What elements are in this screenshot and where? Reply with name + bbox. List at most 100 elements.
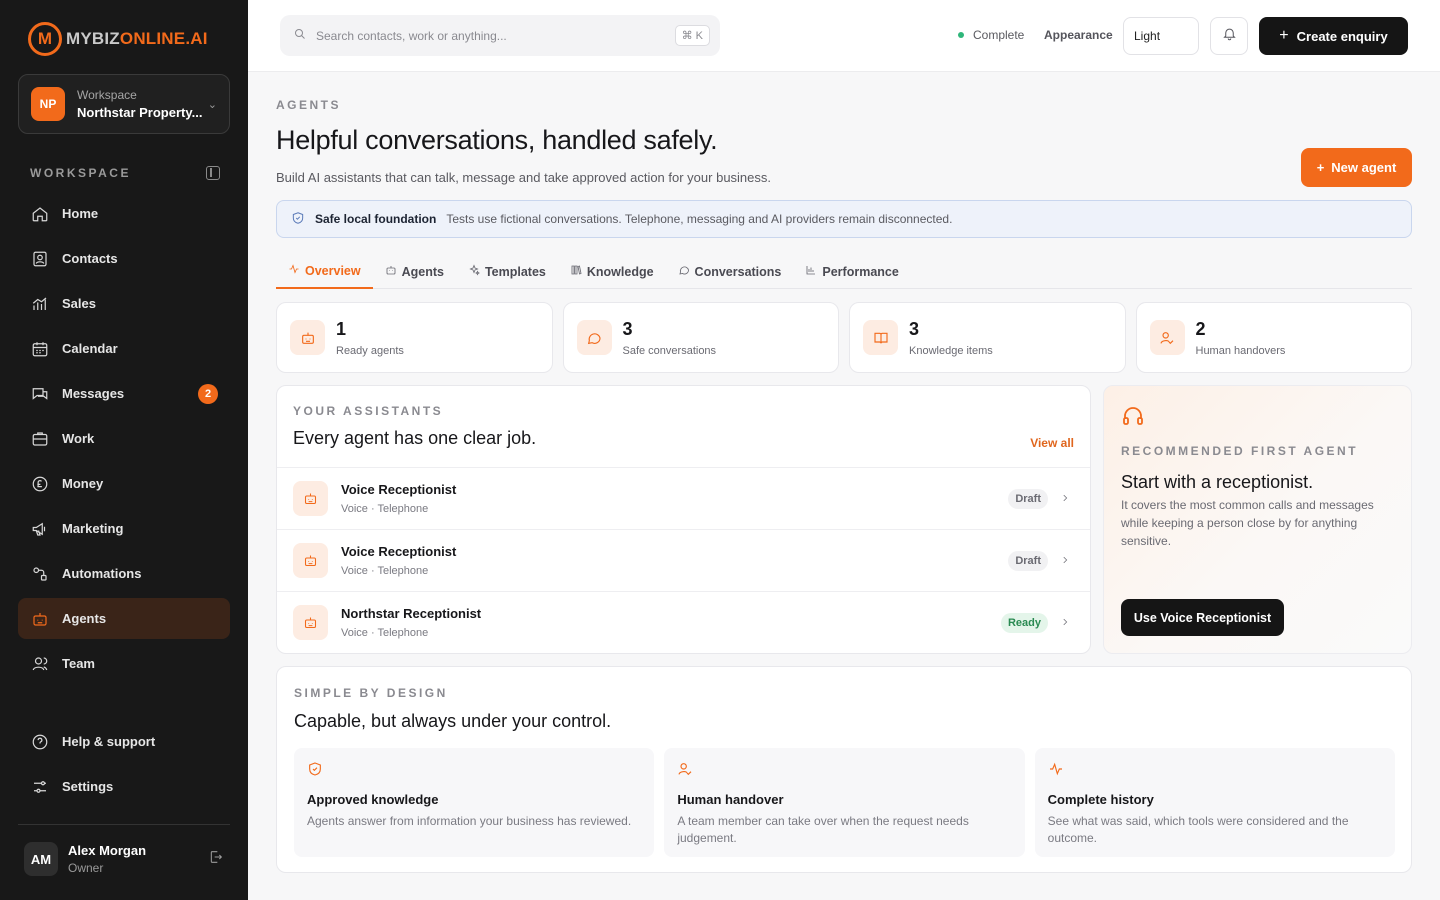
calendar-icon [30,339,50,359]
tab-performance[interactable]: Performance [793,254,910,289]
sidebar-item-label: Calendar [62,341,118,356]
feature-text: Agents answer from information your busi… [307,814,632,828]
status-badge: Draft [1008,488,1048,509]
sidebar: M MYBIZONLINE.AI NP Workspace Northstar … [0,0,248,900]
robot-icon [290,320,325,355]
stat-card-safe-conversations: 3 Safe conversations [562,302,839,373]
money-icon [30,474,50,494]
workspace-name: Northstar Property... [77,105,203,120]
sidebar-item-label: Settings [62,779,114,794]
notice-text: Tests use fictional conversations. Telep… [446,212,953,226]
sidebar-item-agents[interactable]: Agents [18,598,230,639]
stats-row: 1 Ready agents 3 Safe conversations 3 Kn… [276,302,1412,373]
chevron-right-icon [1060,552,1074,570]
logo-icon: M [28,22,62,56]
feature-title: Approved knowledge [307,792,439,807]
search-box[interactable]: ⌘ K [280,15,720,56]
feature-approved-knowledge: Approved knowledge Agents answer from in… [294,748,655,857]
sidebar-item-label: Automations [62,566,142,581]
stat-label: Safe conversations [622,344,717,357]
shield-check-icon [291,211,305,228]
sidebar-item-help[interactable]: Help & support [18,721,230,762]
stat-label: Human handovers [1195,344,1286,357]
stat-value: 3 [909,318,920,339]
sidebar-item-label: Sales [62,296,96,311]
recommended-agent-card: RECOMMENDED FIRST AGENT Start with a rec… [1103,385,1412,654]
list-item[interactable]: Voice Receptionist Voice · Telephone Dra… [277,529,1090,591]
create-enquiry-label: Create enquiry [1296,28,1388,44]
status-text: Complete [973,28,1025,42]
tab-overview[interactable]: Overview [276,254,373,289]
user-check-icon [677,763,693,781]
recommend-text: It covers the most common calls and mess… [1121,498,1374,548]
team-icon [30,654,50,674]
tab-agents[interactable]: Agents [373,254,456,289]
search-input[interactable] [316,28,675,43]
list-item[interactable]: Northstar Receptionist Voice · Telephone… [277,591,1090,653]
sidebar-item-calendar[interactable]: Calendar [18,328,230,369]
brand-logo[interactable]: M MYBIZONLINE.AI [28,22,208,56]
tab-label: Conversations [694,264,782,279]
user-profile[interactable]: AM Alex Morgan Owner [24,842,224,876]
status-dot-icon [958,32,964,38]
sync-status: Complete [958,28,1024,42]
agents-tabs: Overview Agents Templates Knowledge Conv… [276,254,1412,289]
collapse-sidebar-icon[interactable] [206,166,220,180]
sidebar-item-automations[interactable]: Automations [18,553,230,594]
sidebar-item-messages[interactable]: Messages 2 [18,373,230,414]
safe-foundation-notice: Safe local foundation Tests use fictiona… [276,200,1412,238]
sidebar-item-contacts[interactable]: Contacts [18,238,230,279]
bar-chart-icon [805,264,817,279]
recommend-title: Start with a receptionist. [1121,472,1314,492]
book-icon [570,264,582,279]
sidebar-item-home[interactable]: Home [18,193,230,234]
sidebar-item-marketing[interactable]: Marketing [18,508,230,549]
workspace-avatar: NP [31,87,65,121]
workspace-label: Workspace [77,88,137,102]
design-eyebrow: SIMPLE BY DESIGN [294,686,448,700]
sidebar-item-sales[interactable]: Sales [18,283,230,324]
appearance-select[interactable]: Light [1123,17,1199,55]
messages-count-badge: 2 [198,383,218,404]
notifications-button[interactable] [1210,17,1248,55]
tab-conversations[interactable]: Conversations [666,254,794,289]
sidebar-item-settings[interactable]: Settings [18,766,230,807]
new-agent-label: New agent [1331,160,1397,175]
stat-label: Knowledge items [909,344,993,357]
stat-card-human-handovers: 2 Human handovers [1135,302,1412,373]
sidebar-item-label: Money [62,476,104,491]
tab-knowledge[interactable]: Knowledge [558,254,666,289]
assistants-title: Every agent has one clear job. [293,428,537,448]
feature-title: Complete history [1047,792,1154,807]
status-badge: Draft [1008,550,1048,571]
feature-title: Human handover [677,792,784,807]
sidebar-item-work[interactable]: Work [18,418,230,459]
robot-icon [293,543,328,578]
chevron-right-icon [1060,490,1074,508]
sidebar-item-label: Messages [62,386,125,401]
create-enquiry-button[interactable]: + Create enquiry [1259,17,1408,55]
tab-templates[interactable]: Templates [456,254,558,289]
feature-text: See what was said, which tools were cons… [1047,814,1349,845]
tab-label: Templates [484,264,546,279]
sidebar-item-team[interactable]: Team [18,643,230,684]
feature-complete-history: Complete history See what was said, whic… [1034,748,1395,857]
sidebar-item-money[interactable]: Money [18,463,230,504]
sidebar-item-label: Agents [62,611,107,626]
sales-icon [30,294,50,314]
new-agent-button[interactable]: + New agent [1301,148,1412,187]
workspace-switcher[interactable]: NP Workspace Northstar Property... ⌄ [18,74,230,134]
use-voice-receptionist-button[interactable]: Use Voice Receptionist [1121,599,1284,636]
search-shortcut: ⌘ K [674,25,710,46]
top-bar: ⌘ K Complete Appearance Light + Create e… [248,0,1440,72]
stat-card-knowledge-items: 3 Knowledge items [849,302,1126,373]
book-icon [863,320,898,355]
view-all-link[interactable]: View all [1030,436,1074,450]
list-item[interactable]: Voice Receptionist Voice · Telephone Dra… [277,467,1090,529]
work-icon [30,429,50,449]
feature-text: A team member can take over when the req… [677,814,969,845]
stat-value: 1 [336,318,347,339]
automations-icon [30,564,50,584]
avatar: AM [24,842,58,876]
logout-icon[interactable] [208,849,224,870]
